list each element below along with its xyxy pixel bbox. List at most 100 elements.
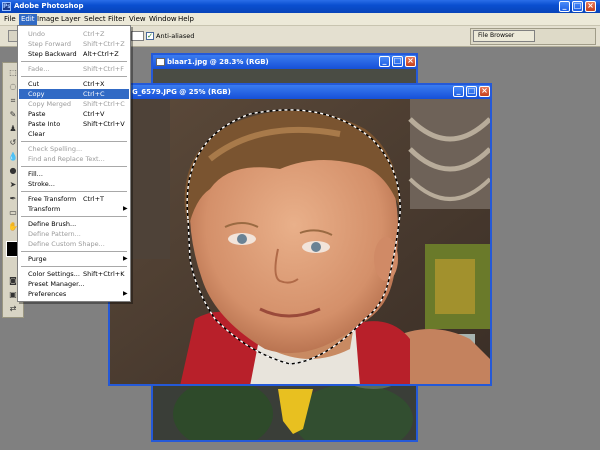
menu-edit[interactable]: Edit: [19, 14, 37, 25]
menu-item-define-custom-shape[interactable]: Define Custom Shape...: [19, 239, 129, 249]
menu-item-shortcut: Ctrl+C: [83, 90, 105, 98]
menu-item-label: Color Settings...: [28, 270, 80, 278]
menu-item-step-backward[interactable]: Step Backward Alt+Ctrl+Z: [19, 49, 129, 59]
app-title-bar: Ps Adobe Photoshop _ □ ×: [0, 0, 600, 13]
menu-view[interactable]: View: [129, 15, 146, 23]
submenu-arrow-icon: ▶: [123, 255, 128, 262]
document-icon: [156, 58, 165, 66]
menu-item-label: Free Transform: [28, 195, 77, 203]
menu-item-step-forward[interactable]: Step Forward Shift+Ctrl+Z: [19, 39, 129, 49]
menu-item-transform[interactable]: Transform ▶: [19, 204, 129, 214]
menu-item-stroke[interactable]: Stroke...: [19, 179, 129, 189]
menu-help[interactable]: Help: [178, 15, 194, 23]
jump-to-imageready-icon[interactable]: ⇄: [6, 303, 20, 315]
menu-item-shortcut: Ctrl+X: [83, 80, 105, 88]
menu-item-cut[interactable]: Cut Ctrl+X: [19, 79, 129, 89]
doc-close-button[interactable]: ×: [479, 86, 490, 97]
menu-item-label: Define Pattern...: [28, 230, 81, 238]
menu-item-label: Undo: [28, 30, 45, 38]
menu-item-label: Clear: [28, 130, 45, 138]
menu-item-shortcut: Ctrl+V: [83, 110, 105, 118]
menu-item-shortcut: Shift+Ctrl+K: [83, 270, 125, 278]
menu-layer[interactable]: Layer: [61, 15, 81, 23]
menu-item-shortcut: Shift+Ctrl+V: [83, 120, 125, 128]
menu-separator: [21, 76, 127, 77]
menu-item-fill[interactable]: Fill...: [19, 169, 129, 179]
document-title-bar[interactable]: G_6579.JPG @ 25% (RGB) _ □ ×: [110, 85, 490, 99]
document-window-front[interactable]: G_6579.JPG @ 25% (RGB) _ □ ×: [108, 83, 492, 386]
menu-image[interactable]: Image: [37, 15, 59, 23]
menu-item-fade[interactable]: Fade... Shift+Ctrl+F: [19, 64, 129, 74]
feather-field[interactable]: [131, 31, 144, 41]
menu-item-shortcut: Shift+Ctrl+F: [83, 65, 124, 73]
menu-item-shortcut: Ctrl+T: [83, 195, 104, 203]
menu-item-label: Copy: [28, 90, 45, 98]
document-title: G_6579.JPG @ 25% (RGB): [132, 88, 231, 96]
menu-item-paste-into[interactable]: Paste Into Shift+Ctrl+V: [19, 119, 129, 129]
menu-file[interactable]: File: [4, 15, 16, 23]
edit-menu-dropdown: Undo Ctrl+Z Step Forward Shift+Ctrl+Z Step…: [17, 25, 131, 302]
menu-item-undo[interactable]: Undo Ctrl+Z: [19, 29, 129, 39]
doc-maximize-button[interactable]: □: [392, 56, 403, 67]
doc-minimize-button[interactable]: _: [453, 86, 464, 97]
menu-separator: [21, 251, 127, 252]
menu-item-label: Define Custom Shape...: [28, 240, 105, 248]
menu-item-label: Check Spelling...: [28, 145, 83, 153]
menu-item-shortcut: Alt+Ctrl+Z: [83, 50, 119, 58]
menu-separator: [21, 166, 127, 167]
file-browser-tab[interactable]: File Browser: [473, 30, 535, 42]
submenu-arrow-icon: ▶: [123, 290, 128, 297]
menu-item-shortcut: Shift+Ctrl+C: [83, 100, 125, 108]
menu-item-label: Transform: [28, 205, 61, 213]
menu-item-label: Stroke...: [28, 180, 55, 188]
menu-item-free-transform[interactable]: Free Transform Ctrl+T: [19, 194, 129, 204]
photoshop-app-icon[interactable]: Ps: [2, 2, 11, 11]
menu-item-shortcut: Shift+Ctrl+Z: [83, 40, 125, 48]
menu-item-label: Define Brush...: [28, 220, 77, 228]
doc-maximize-button[interactable]: □: [466, 86, 477, 97]
menu-item-clear[interactable]: Clear: [19, 129, 129, 139]
close-button[interactable]: ×: [585, 1, 596, 12]
menu-item-label: Copy Merged: [28, 100, 71, 108]
menu-item-label: Step Backward: [28, 50, 77, 58]
menu-separator: [21, 216, 127, 217]
app-title: Adobe Photoshop: [14, 2, 84, 10]
menu-item-label: Paste Into: [28, 120, 61, 128]
menu-item-label: Preset Manager...: [28, 280, 85, 288]
menu-item-copy-merged[interactable]: Copy Merged Shift+Ctrl+C: [19, 99, 129, 109]
document-title: blaar1.jpg @ 28.3% (RGB): [167, 58, 269, 66]
menu-item-paste[interactable]: Paste Ctrl+V: [19, 109, 129, 119]
menu-item-color-settings[interactable]: Color Settings... Shift+Ctrl+K: [19, 269, 129, 279]
menu-item-check-spelling[interactable]: Check Spelling...: [19, 144, 129, 154]
menu-item-define-pattern[interactable]: Define Pattern...: [19, 229, 129, 239]
menu-item-label: Fill...: [28, 170, 43, 178]
menu-item-find-replace[interactable]: Find and Replace Text...: [19, 154, 129, 164]
menu-window[interactable]: Window: [149, 15, 177, 23]
menu-separator: [21, 61, 127, 62]
menu-item-label: Cut: [28, 80, 40, 88]
menu-item-label: Purge: [28, 255, 47, 263]
document-title-bar[interactable]: blaar1.jpg @ 28.3% (RGB) _ □ ×: [153, 55, 416, 69]
submenu-arrow-icon: ▶: [123, 205, 128, 212]
doc-close-button[interactable]: ×: [405, 56, 416, 67]
menu-item-purge[interactable]: Purge ▶: [19, 254, 129, 264]
document-canvas[interactable]: [110, 99, 490, 384]
menu-item-preset-manager[interactable]: Preset Manager...: [19, 279, 129, 289]
doc-minimize-button[interactable]: _: [379, 56, 390, 67]
menu-item-preferences[interactable]: Preferences ▶: [19, 289, 129, 299]
menu-item-label: Fade...: [28, 65, 50, 73]
boy-portrait-photo: [110, 99, 490, 384]
minimize-button[interactable]: _: [559, 1, 570, 12]
menu-item-define-brush[interactable]: Define Brush...: [19, 219, 129, 229]
maximize-button[interactable]: □: [572, 1, 583, 12]
menu-item-label: Paste: [28, 110, 46, 118]
antialias-checkbox[interactable]: ✓: [146, 32, 154, 40]
menu-item-shortcut: Ctrl+Z: [83, 30, 105, 38]
menu-select[interactable]: Select: [84, 15, 106, 23]
menu-item-label: Preferences: [28, 290, 67, 298]
menu-separator: [21, 266, 127, 267]
menu-item-label: Find and Replace Text...: [28, 155, 105, 163]
menu-separator: [21, 141, 127, 142]
menu-filter[interactable]: Filter: [108, 15, 125, 23]
menu-item-copy[interactable]: Copy Ctrl+C: [19, 89, 129, 99]
